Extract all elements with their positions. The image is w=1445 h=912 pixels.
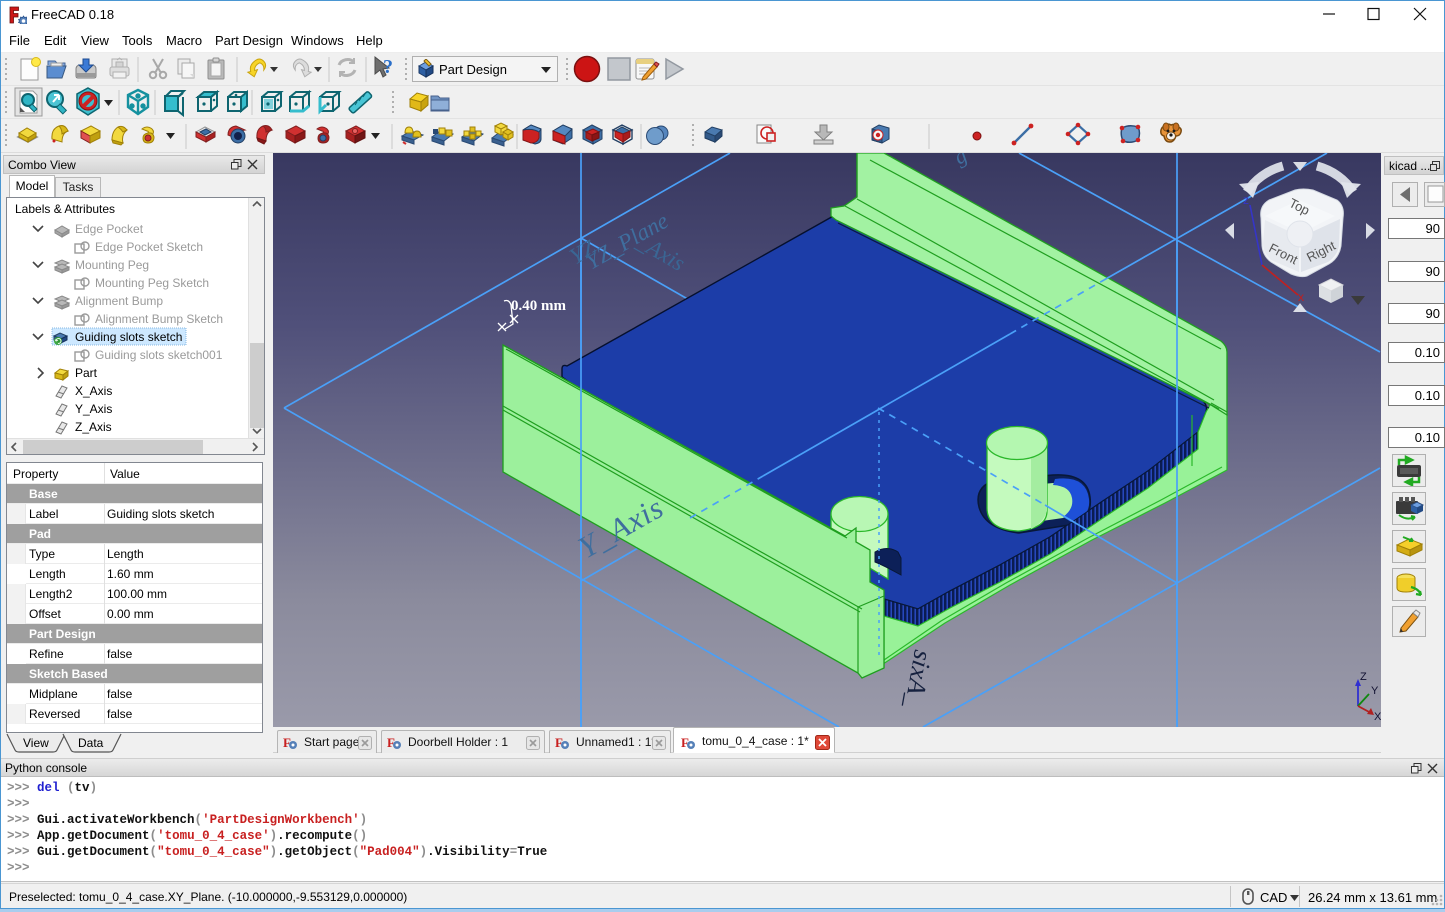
svg-text:F: F <box>681 735 689 750</box>
svg-text:Mounting Peg Sketch: Mounting Peg Sketch <box>95 276 209 290</box>
svg-text:X: X <box>1374 711 1381 723</box>
svg-text:?: ? <box>383 56 393 78</box>
svg-text:Y: Y <box>1371 685 1379 697</box>
svg-text:Data: Data <box>78 736 104 750</box>
svg-text:Y_Axis: Y_Axis <box>75 402 112 416</box>
svg-text:Guiding slots sketch001: Guiding slots sketch001 <box>95 348 223 362</box>
svg-text:Z: Z <box>1360 671 1367 683</box>
svg-text:0.40 mm: 0.40 mm <box>511 298 566 314</box>
svg-text:F: F <box>387 735 395 750</box>
svg-text:sixA_: sixA_ <box>899 648 938 711</box>
svg-text:Edge Pocket Sketch: Edge Pocket Sketch <box>95 240 203 254</box>
svg-text:Edge Pocket: Edge Pocket <box>75 222 144 236</box>
svg-text:Z_Axis: Z_Axis <box>75 420 112 434</box>
svg-text:z: z <box>1243 193 1249 207</box>
svg-text:Mounting Peg: Mounting Peg <box>75 258 149 272</box>
svg-text:View: View <box>23 736 49 750</box>
svg-text:Guiding slots sketch: Guiding slots sketch <box>75 330 182 344</box>
svg-text:x: x <box>1298 290 1304 304</box>
svg-text:Alignment Bump Sketch: Alignment Bump Sketch <box>95 312 223 326</box>
svg-text:Part: Part <box>75 366 98 380</box>
svg-text:g: g <box>949 153 971 169</box>
svg-text:Alignment Bump: Alignment Bump <box>75 294 163 308</box>
svg-text:X_Axis: X_Axis <box>75 384 112 398</box>
svg-text:F: F <box>555 735 563 750</box>
svg-text:F: F <box>283 735 291 750</box>
